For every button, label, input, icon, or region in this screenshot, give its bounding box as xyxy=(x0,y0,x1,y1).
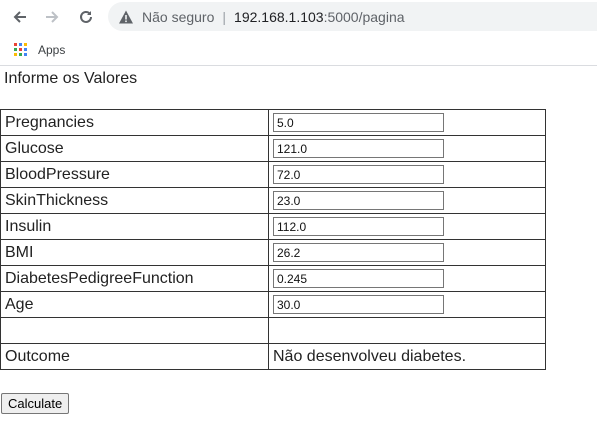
url-path: :5000/pagina xyxy=(323,8,405,25)
field-label: BloodPressure xyxy=(0,161,269,188)
insulin-input[interactable] xyxy=(273,217,444,236)
field-label: SkinThickness xyxy=(0,187,269,214)
table-row: Glucose xyxy=(0,135,546,162)
outcome-row: Outcome Não desenvolveu diabetes. xyxy=(0,343,546,370)
skin-thickness-input[interactable] xyxy=(273,191,444,210)
glucose-input[interactable] xyxy=(273,139,444,158)
apps-dot xyxy=(14,43,17,46)
field-label: Glucose xyxy=(0,135,269,162)
field-label: Insulin xyxy=(0,213,269,240)
empty-cell xyxy=(268,317,546,344)
field-cell xyxy=(268,135,546,162)
field-cell xyxy=(268,291,546,318)
apps-dot xyxy=(19,53,22,56)
field-cell xyxy=(268,109,546,136)
outcome-value: Não desenvolveu diabetes. xyxy=(268,343,546,370)
security-status[interactable]: Não seguro xyxy=(142,9,214,25)
bmi-input[interactable] xyxy=(273,243,444,262)
field-label: Age xyxy=(0,291,269,318)
field-cell xyxy=(268,265,546,292)
address-separator: | xyxy=(222,8,227,25)
apps-dot xyxy=(24,48,27,51)
field-label: DiabetesPedigreeFunction xyxy=(0,265,269,292)
apps-dot xyxy=(19,48,22,51)
apps-dot xyxy=(14,53,17,56)
table-row: SkinThickness xyxy=(0,187,546,214)
reload-icon xyxy=(80,10,92,23)
url-host: 192.168.1.103 xyxy=(234,8,324,25)
apps-label: Apps xyxy=(38,42,66,57)
field-label: Pregnancies xyxy=(0,109,269,136)
calculate-button[interactable]: Calculate xyxy=(1,393,70,414)
table-row: Pregnancies xyxy=(0,109,546,136)
age-input[interactable] xyxy=(273,295,444,314)
apps-grid-icon xyxy=(14,43,27,56)
table-row: BMI xyxy=(0,239,546,266)
empty-cell xyxy=(0,317,269,344)
empty-row xyxy=(0,317,546,344)
warning-icon xyxy=(118,9,134,25)
field-label: BMI xyxy=(0,239,269,266)
blood-pressure-input[interactable] xyxy=(273,165,444,184)
field-cell xyxy=(268,161,546,188)
pedigree-input[interactable] xyxy=(273,269,444,288)
bookmarks-bar: Apps xyxy=(0,34,597,66)
reload-button[interactable] xyxy=(74,5,98,29)
table-row: BloodPressure xyxy=(0,161,546,188)
apps-dot xyxy=(24,43,27,46)
apps-dot xyxy=(24,53,27,56)
field-cell xyxy=(268,187,546,214)
address-bar[interactable]: Não seguro | 192.168.1.103:5000/pagina xyxy=(108,2,597,31)
table-row: Age xyxy=(0,291,546,318)
table-row: Insulin xyxy=(0,213,546,240)
apps-dot xyxy=(19,43,22,46)
browser-toolbar: Não seguro | 192.168.1.103:5000/pagina xyxy=(0,0,597,34)
page-heading: Informe os Valores xyxy=(4,70,138,87)
field-cell xyxy=(268,213,546,240)
outcome-label: Outcome xyxy=(0,343,269,370)
apps-bookmark[interactable]: Apps xyxy=(14,43,65,57)
back-button[interactable] xyxy=(8,5,32,29)
forward-button[interactable] xyxy=(40,5,64,29)
pregnancies-input[interactable] xyxy=(273,113,444,132)
table-row: DiabetesPedigreeFunction xyxy=(0,265,546,292)
values-table: Pregnancies Glucose BloodPressure SkinTh… xyxy=(0,109,546,370)
apps-dot xyxy=(14,48,17,51)
field-cell xyxy=(268,239,546,266)
back-arrow-icon xyxy=(13,11,26,23)
forward-arrow-icon xyxy=(46,11,59,23)
